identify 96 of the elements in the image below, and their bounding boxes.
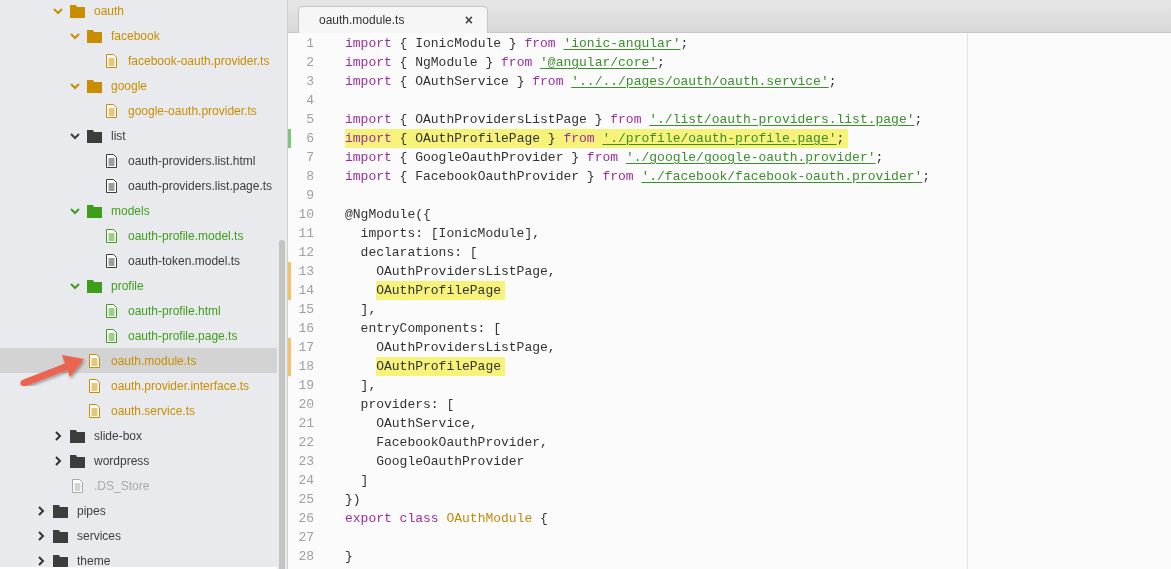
folder-item[interactable]: google — [0, 73, 277, 98]
code-line: ], — [360, 377, 377, 395]
code-line: export class OAuthModule { — [345, 510, 548, 528]
line-number: 16 — [297, 319, 314, 338]
file-item[interactable]: oauth-profile.page.ts — [0, 323, 277, 348]
code-line: providers: [ — [360, 396, 455, 414]
line-number: 28 — [297, 547, 314, 566]
line-number: 17 — [297, 338, 314, 357]
file-item[interactable]: oauth-providers.list.html — [0, 148, 277, 173]
file-item[interactable]: google-oauth.provider.ts — [0, 98, 277, 123]
annotation-arrow — [20, 355, 84, 387]
line-number: 1 — [305, 34, 314, 53]
line-number: 7 — [305, 148, 314, 167]
line-number: 10 — [297, 205, 314, 224]
code-line: import { NgModule } from '@angular/core'; — [345, 54, 665, 72]
folder-item[interactable]: pipes — [0, 498, 277, 523]
folder-item[interactable]: models — [0, 198, 277, 223]
file-icon — [87, 353, 102, 368]
chevron-icon[interactable] — [70, 130, 80, 141]
line-number: 25 — [297, 490, 314, 509]
folder-item[interactable]: theme — [0, 548, 277, 567]
code-line: import { IonicModule } from 'ionic-angular'; — [345, 35, 689, 53]
code-line: entryComponents: [ — [360, 320, 502, 338]
line-number: 20 — [297, 395, 314, 414]
file-icon — [87, 403, 102, 418]
code-line: OAuthProvidersListPage, — [376, 263, 556, 281]
tab-title: oauth.module.ts — [319, 12, 405, 29]
folder-item[interactable]: profile — [0, 273, 277, 298]
line-number: 3 — [305, 72, 314, 91]
file-tab[interactable]: oauth.module.ts × — [298, 6, 488, 33]
folder-item[interactable]: wordpress — [0, 448, 277, 473]
scrollbar-thumb[interactable] — [279, 240, 285, 569]
line-number: 18 — [297, 357, 314, 376]
line-number: 9 — [305, 186, 314, 205]
line-number: 19 — [297, 376, 314, 395]
file-item[interactable]: oauth-profile.model.ts — [0, 223, 277, 248]
line-number: 26 — [297, 509, 314, 528]
code-line: import { OAuthService } from '../../pages/oauth/oauth.service'; — [345, 73, 837, 91]
line-number: 5 — [305, 110, 314, 129]
file-item[interactable]: oauth.module.ts — [0, 348, 277, 373]
file-item[interactable]: oauth-profile.html — [0, 298, 277, 323]
chevron-icon[interactable] — [36, 530, 46, 541]
folder-item[interactable]: list — [0, 123, 277, 148]
close-button[interactable]: × — [464, 13, 473, 27]
code-line: ], — [360, 301, 377, 319]
file-icon — [104, 53, 119, 68]
file-icon — [104, 253, 119, 268]
line-number: 15 — [297, 300, 314, 319]
code-line: OAuthProvidersListPage, — [376, 339, 556, 357]
file-item[interactable]: .DS_Store — [0, 473, 277, 498]
code-line: import { OAuthProvidersListPage } from './list/oauth-providers.list.page'; — [345, 111, 923, 129]
file-item[interactable]: oauth-providers.list.page.ts — [0, 173, 277, 198]
code-line: import { FacebookOauthProvider } from './facebook/facebook-oauth.provider'; — [345, 168, 931, 186]
line-number: 22 — [297, 433, 314, 452]
file-icon — [70, 478, 85, 493]
code-line: @NgModule({ — [345, 206, 431, 224]
line-number: 23 — [297, 452, 314, 471]
code-line: GoogleOauthProvider — [376, 453, 525, 471]
code-line: ] — [360, 472, 369, 490]
line-number: 4 — [305, 91, 314, 110]
code-line: FacebookOauthProvider, — [376, 434, 548, 452]
file-icon — [104, 328, 119, 343]
line-number: 8 — [305, 167, 314, 186]
file-icon — [104, 228, 119, 243]
chevron-icon[interactable] — [36, 555, 46, 566]
code-line: OAuthService, — [376, 415, 478, 433]
code-line: } — [345, 548, 353, 566]
line-number: 27 — [297, 528, 314, 547]
folder-item[interactable]: services — [0, 523, 277, 548]
line-number: 21 — [297, 414, 314, 433]
file-icon — [104, 103, 119, 118]
file-icon — [104, 153, 119, 168]
file-item[interactable]: oauth.service.ts — [0, 398, 277, 423]
line-number: 13 — [297, 262, 314, 281]
file-icon — [87, 378, 102, 393]
file-item[interactable]: facebook-oauth.provider.ts — [0, 48, 277, 73]
line-number: 14 — [297, 281, 314, 300]
folder-item[interactable]: slide-box — [0, 423, 277, 448]
code-line: }) — [345, 491, 361, 509]
file-icon — [104, 303, 119, 318]
code-line: imports: [IonicModule], — [360, 225, 541, 243]
folder-item[interactable]: facebook — [0, 23, 277, 48]
file-item[interactable]: oauth.provider.interface.ts — [0, 373, 277, 398]
file-icon — [104, 178, 119, 193]
line-number: 24 — [297, 471, 314, 490]
chevron-icon[interactable] — [36, 505, 46, 516]
chevron-icon[interactable] — [53, 430, 63, 441]
line-number: 11 — [297, 224, 314, 243]
chevron-icon[interactable] — [53, 455, 63, 466]
folder-item[interactable]: oauth — [0, 0, 277, 23]
code-line: import { GoogleOauthProvider } from './google/google-oauth.provider'; — [345, 149, 884, 167]
line-number: 12 — [297, 243, 314, 262]
line-number: 2 — [305, 53, 314, 72]
line-number: 6 — [305, 129, 314, 148]
code-line: declarations: [ — [360, 244, 478, 262]
file-item[interactable]: oauth-token.model.ts — [0, 248, 277, 273]
